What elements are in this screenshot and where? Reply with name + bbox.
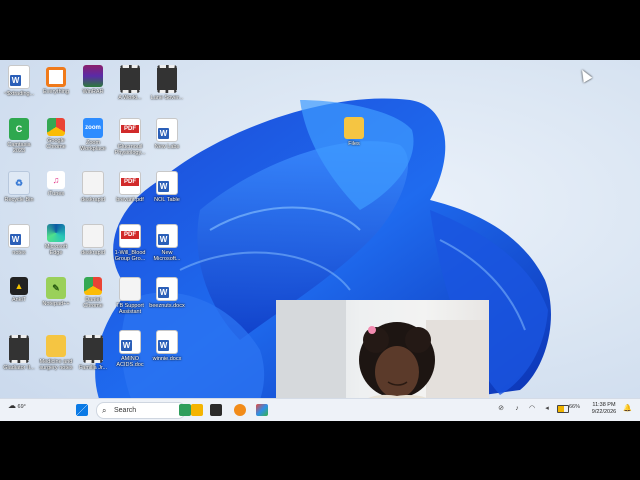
taskbar: ☁ 69° ⌕ Search ⊘ ♪ ◠ ◂ 66% 11:38 PM 9/22… [0, 398, 640, 421]
desktop-icon-edge[interactable]: Microsoft Edge [38, 224, 74, 256]
file-icon [82, 224, 104, 248]
camtasia-icon: C [9, 118, 29, 140]
task-view-icon[interactable] [210, 404, 222, 416]
pdf-file-icon [119, 118, 141, 142]
desktop-icon-anki[interactable]: ▲ AnkiT [1, 277, 37, 303]
desktop-icon-notes[interactable]: notes [1, 224, 37, 256]
system-clock[interactable]: 11:38 PM 9/22/2026 [584, 402, 624, 416]
desktop-icon-medicine-folder[interactable]: Medicine and surgery notes [38, 335, 74, 371]
file-icon [82, 171, 104, 195]
pdf-file-icon [119, 171, 141, 195]
word-doc-icon [8, 65, 30, 89]
desktop-icon-recycle-bin[interactable]: ♻ Recycle Bin [1, 171, 37, 203]
video-file-icon [120, 65, 140, 93]
word-doc-icon [156, 330, 178, 354]
desktop-icon-daniel-chrome[interactable]: Daniel Chrome [75, 277, 111, 309]
desktop-icon-video-lane[interactable]: Lane Sover... [149, 65, 185, 101]
start-button[interactable] [76, 404, 88, 416]
desktop-icon-deskrapid-1[interactable]: deskrapid [75, 171, 111, 203]
desktop-icon-familia[interactable]: Familia Jr... [75, 335, 111, 371]
wifi-icon[interactable]: ◠ [528, 405, 536, 413]
battery-percent: 66% [569, 404, 581, 410]
desktop-icon-word-doc[interactable]: ~$xtrading... [1, 65, 37, 97]
chrome-icon [47, 118, 65, 136]
winrar-icon [83, 65, 103, 87]
desktop-icon-winrar[interactable]: WinRAR [75, 65, 111, 95]
file-icon [119, 277, 141, 301]
chrome-icon [84, 277, 102, 295]
weather-temp: 69° [17, 404, 26, 410]
desktop-icon-blood-group-pdf[interactable]: 1-Will_Blood Group Gro... [112, 224, 148, 262]
notepad-plus-icon: ✎ [46, 277, 66, 299]
desktop-icon-gladiator[interactable]: Gladiator II... [1, 335, 37, 371]
search-icon: ⌕ [102, 406, 107, 415]
video-file-icon [157, 65, 177, 93]
taskbar-search[interactable]: ⌕ Search [96, 402, 186, 419]
desktop-icon-new-microsoft[interactable]: New Microsoft... [149, 224, 185, 262]
desktop-icon-notepad-plus[interactable]: ✎ Notepad++ [38, 277, 74, 307]
word-doc-icon [156, 171, 178, 195]
volume-icon[interactable]: ◂ [543, 405, 551, 413]
word-doc-icon [156, 118, 178, 142]
desktop-icon-itunes[interactable]: ♫ iTunes [38, 171, 74, 197]
word-doc-icon [156, 224, 178, 248]
clock-time: 11:38 PM [592, 402, 616, 408]
desktop-icon-zoom[interactable]: zoom Zoom Workplace [75, 118, 111, 152]
store-app-icon[interactable] [256, 404, 268, 416]
desktop-icon-everything[interactable]: Everything [38, 65, 74, 95]
word-doc-icon [8, 224, 30, 248]
desktop-icon-winnie[interactable]: winnie.docx [149, 330, 185, 362]
copilot-icon[interactable] [191, 404, 203, 416]
weather-widget[interactable]: ☁ 69° [8, 401, 26, 410]
folder-icon [344, 117, 364, 139]
clock-date: 9/22/2026 [591, 409, 617, 415]
video-file-icon [83, 335, 103, 363]
folder-icon [46, 335, 66, 357]
desktop-icon-files-folder[interactable]: Files [336, 117, 372, 147]
desktop-icon-amino-acids[interactable]: AMINO ACIDS.doc [112, 330, 148, 368]
recycle-bin-icon: ♻ [8, 171, 30, 195]
word-doc-icon [156, 277, 178, 301]
everything-icon [46, 67, 66, 87]
desktop-icon-physiology-pdf[interactable]: Glucrnouil Physiology... [112, 118, 148, 156]
edge-icon [47, 224, 65, 242]
desktop-icon-chrome[interactable]: Google Chrome [38, 118, 74, 150]
video-file-icon [9, 335, 29, 363]
search-app-icon[interactable] [234, 404, 246, 416]
widgets-icon[interactable] [179, 404, 191, 416]
desktop-icon-video-a[interactable]: A Worki... [112, 65, 148, 101]
desktop-icon-deskrapid-2[interactable]: deskrapid [75, 224, 111, 256]
desktop-icon-tb-support[interactable]: TB Support Assistant [112, 277, 148, 315]
notification-bell-icon[interactable]: 🔔 [623, 405, 632, 413]
desktop-icon-beeznuts[interactable]: beeznuts.docx [149, 277, 185, 309]
pdf-file-icon [119, 224, 141, 248]
desktop-icon-brevant-pdf[interactable]: brevant.pdf [112, 171, 148, 203]
network-off-icon[interactable]: ⊘ [497, 405, 505, 413]
zoom-icon: zoom [83, 118, 103, 138]
weather-cloud-icon: ☁ [8, 401, 16, 410]
battery-icon[interactable] [557, 405, 569, 413]
desktop-icon-nol-table[interactable]: NOL Table [149, 171, 185, 203]
itunes-icon: ♫ [47, 171, 65, 189]
desktop-icon-new-labs[interactable]: New Labs [149, 118, 185, 150]
microphone-icon[interactable]: ♪ [513, 405, 521, 413]
word-doc-icon [119, 330, 141, 354]
search-placeholder: Search [114, 407, 137, 414]
anki-icon: ▲ [10, 277, 28, 295]
desktop-icon-camtasia[interactable]: C Camtasia 2023 [1, 118, 37, 154]
